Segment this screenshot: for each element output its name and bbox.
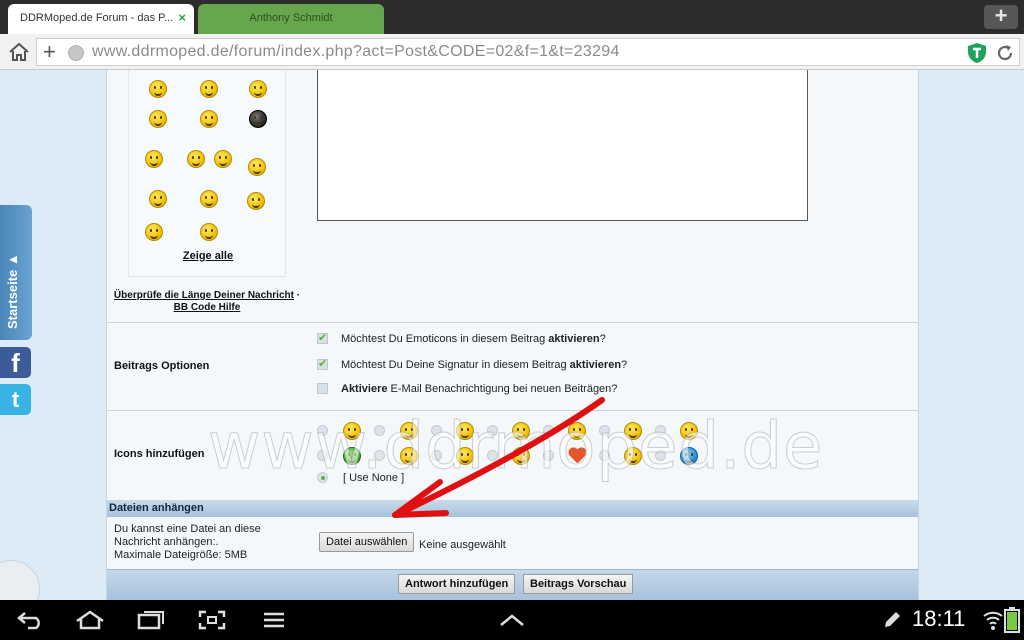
emoticon-angry-icon[interactable]	[200, 80, 218, 98]
tab-title: DDRMoped.de Forum - das P...	[20, 12, 174, 24]
screenshot-icon[interactable]	[198, 610, 226, 630]
reload-icon[interactable]	[995, 43, 1015, 63]
emoticon-ninja-icon[interactable]	[249, 110, 267, 128]
home-icon[interactable]	[8, 42, 30, 62]
emoticon-smile-icon[interactable]	[149, 80, 167, 98]
signature-checkbox[interactable]	[317, 357, 328, 371]
email-notify-checkbox[interactable]	[317, 383, 328, 394]
option-text: ?	[599, 333, 606, 345]
add-bookmark-icon[interactable]: +	[43, 40, 56, 64]
attachment-info-line: Du kannst eine Datei an diese	[114, 523, 261, 535]
quick-reply-icon[interactable]	[0, 560, 40, 600]
emoticon-grin-icon[interactable]	[187, 150, 205, 168]
recent-apps-icon[interactable]	[136, 610, 166, 630]
pencil-icon	[885, 612, 900, 627]
emoticon-cheer-icon[interactable]	[145, 150, 163, 168]
url-input[interactable]: + www.ddrmoped.de/forum/index.php?act=Po…	[36, 38, 1020, 66]
tab-anthony-schmidt[interactable]: Anthony Schmidt	[198, 4, 384, 34]
option-text: ?	[621, 359, 628, 371]
emoticon-confused-icon[interactable]	[200, 190, 218, 208]
tab-close-icon[interactable]: ×	[178, 4, 186, 32]
link-separator: ·	[293, 290, 301, 301]
startseite-label: Startseite ▲	[5, 253, 20, 329]
battery-icon	[1004, 607, 1020, 633]
attachment-max-size: Maximale Dateigröße: 5MB	[114, 549, 248, 561]
emoticon-question-icon[interactable]	[248, 158, 266, 176]
preview-button[interactable]: Beitrags Vorschau	[523, 574, 634, 594]
twitter-icon[interactable]: t	[0, 384, 31, 415]
status-clock: 18:11	[912, 606, 966, 631]
url-text: www.ddrmoped.de/forum/index.php?act=Post…	[92, 43, 620, 60]
helper-links: Überprüfe die Länge Deiner Nachricht · B…	[107, 290, 307, 314]
menu-icon[interactable]	[262, 610, 286, 630]
option-bold: aktivieren	[569, 359, 622, 371]
emoticon-sad-icon[interactable]	[249, 80, 267, 98]
startseite-tab[interactable]: Startseite ▲	[0, 205, 32, 340]
option-text: Möchtest Du Emoticons in diesem Beitrag	[341, 333, 549, 345]
home-nav-icon[interactable]	[74, 610, 106, 630]
submit-reply-button[interactable]: Antwort hinzufügen	[398, 574, 516, 594]
system-nav-bar: 18:11	[0, 600, 1024, 640]
new-tab-button[interactable]: +	[984, 5, 1018, 29]
back-icon[interactable]	[16, 610, 46, 630]
wifi-icon	[983, 611, 1003, 630]
attachment-info-line: Nachricht anhängen:.	[114, 536, 219, 548]
chevron-up-icon[interactable]	[498, 610, 526, 630]
address-bar: + www.ddrmoped.de/forum/index.php?act=Po…	[0, 34, 1024, 70]
emoticon-eyes-icon[interactable]	[200, 110, 218, 128]
option-text: Möchtest Du Deine Signatur in diesem Bei…	[341, 359, 570, 371]
tab-ddrmoped[interactable]: DDRMoped.de Forum - das P... ×	[8, 4, 194, 34]
option-bold: aktivieren	[548, 333, 600, 345]
emoticon-wink-icon[interactable]	[214, 150, 232, 168]
emoticons-checkbox[interactable]	[317, 331, 328, 345]
bbcode-help-link[interactable]: BB Code Hilfe	[174, 302, 241, 313]
emoticon-unhappy-icon[interactable]	[200, 223, 218, 241]
browser-tab-bar: DDRMoped.de Forum - das P... × Anthony S…	[0, 0, 1024, 34]
facebook-icon[interactable]: f	[0, 347, 31, 378]
security-shield-icon[interactable]	[967, 42, 987, 64]
red-arrow-annotation	[392, 397, 605, 518]
post-icons-label: Icons hinzufügen	[114, 448, 205, 460]
emoticon-thumbsup-icon[interactable]	[145, 223, 163, 241]
forum-page: Zeige alle Überprüfe die Länge Deiner Na…	[0, 70, 1024, 600]
choose-file-button[interactable]: Datei auswählen	[319, 532, 415, 552]
message-textarea[interactable]	[317, 70, 808, 221]
show-all-emoticons-link[interactable]: Zeige alle	[129, 250, 287, 262]
emoticon-panel: Zeige alle	[128, 70, 286, 277]
tab-title: Anthony Schmidt	[249, 12, 333, 24]
emoticon-happy-icon[interactable]	[149, 110, 167, 128]
emoticon-think-icon[interactable]	[247, 192, 265, 210]
form-actions-bar: Antwort hinzufügen Beitrags Vorschau	[107, 569, 918, 600]
attachment-info: Du kannst eine Datei an diese Nachricht …	[114, 523, 261, 562]
check-length-link[interactable]: Überprüfe die Länge Deiner Nachricht	[114, 290, 294, 301]
globe-icon	[68, 45, 84, 61]
file-status: Keine ausgewählt	[419, 539, 506, 551]
emoticon-cry-icon[interactable]	[149, 190, 167, 208]
post-options-label: Beitrags Optionen	[114, 360, 210, 372]
